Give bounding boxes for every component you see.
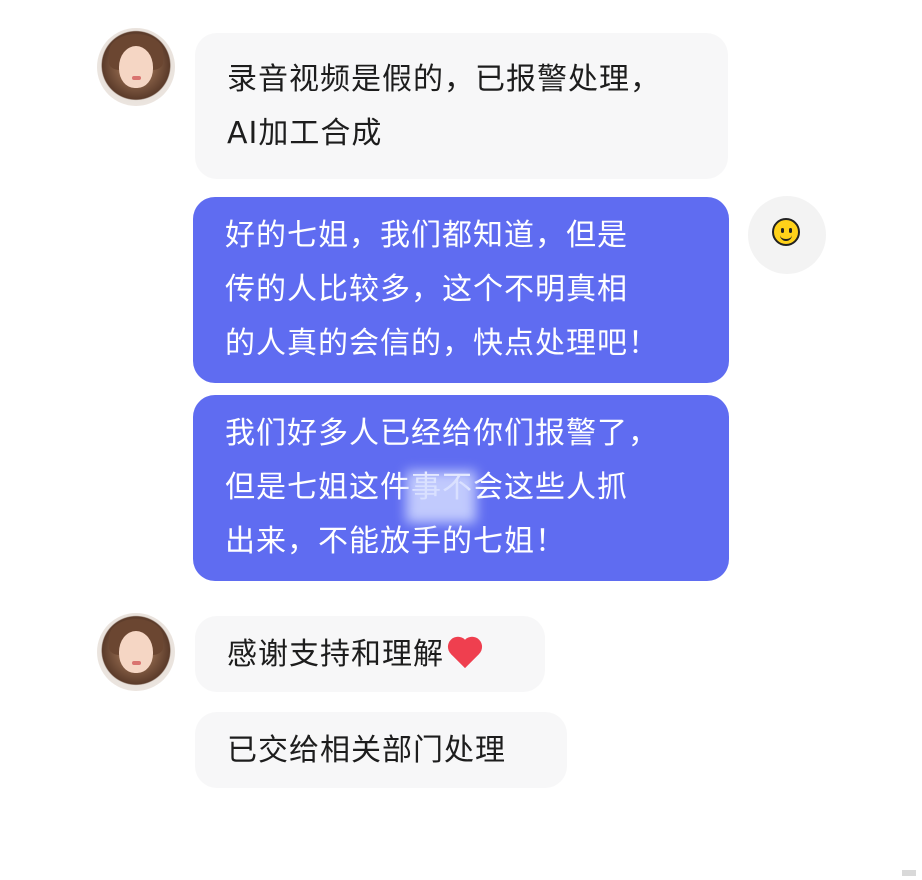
message-line: 我们好多人已经给你们报警了，: [225, 416, 659, 451]
avatar-lips: [132, 661, 141, 665]
smiley-mouth: [780, 232, 792, 241]
message-line: 已交给相关部门处理: [227, 733, 506, 768]
avatar-face: [119, 631, 153, 673]
contact-avatar[interactable]: [97, 28, 175, 106]
message-bubble-incoming[interactable]: 感谢支持和理解: [195, 616, 545, 692]
smiley-icon: [772, 218, 800, 246]
message-bubble-outgoing[interactable]: 我们好多人已经给你们报警了， 但是七姐这件事不会这些人抓 出来，不能放手的七姐！: [193, 395, 729, 581]
heart-emoji-icon: [446, 636, 484, 670]
contact-avatar[interactable]: [97, 613, 175, 691]
message-bubble-outgoing[interactable]: 好的七姐，我们都知道，但是 传的人比较多，这个不明真相 的人真的会信的，快点处理…: [193, 197, 729, 383]
message-bubble-incoming[interactable]: 已交给相关部门处理: [195, 712, 567, 788]
message-bubble-incoming[interactable]: 录音视频是假的，已报警处理， AI加工合成: [195, 33, 728, 179]
message-line: 传的人比较多，这个不明真相: [225, 272, 628, 307]
corner-mark: [902, 870, 916, 876]
message-line: 感谢支持和理解: [227, 628, 515, 682]
chat-conversation: 录音视频是假的，已报警处理， AI加工合成 好的七姐，我们都知道，但是 传的人比…: [0, 0, 922, 880]
avatar-lips: [132, 76, 141, 80]
message-line: AI加工合成: [227, 116, 383, 151]
user-avatar[interactable]: [748, 196, 826, 274]
message-line: 的人真的会信的，快点处理吧！: [225, 326, 659, 361]
message-line: 好的七姐，我们都知道，但是: [225, 218, 628, 253]
message-text: 感谢支持和理解: [227, 637, 444, 672]
message-line: 但是七姐这件事不会这些人抓: [225, 470, 628, 505]
message-line: 录音视频是假的，已报警处理，: [227, 62, 661, 97]
avatar-face: [119, 46, 153, 88]
message-line: 出来，不能放手的七姐！: [225, 524, 566, 559]
